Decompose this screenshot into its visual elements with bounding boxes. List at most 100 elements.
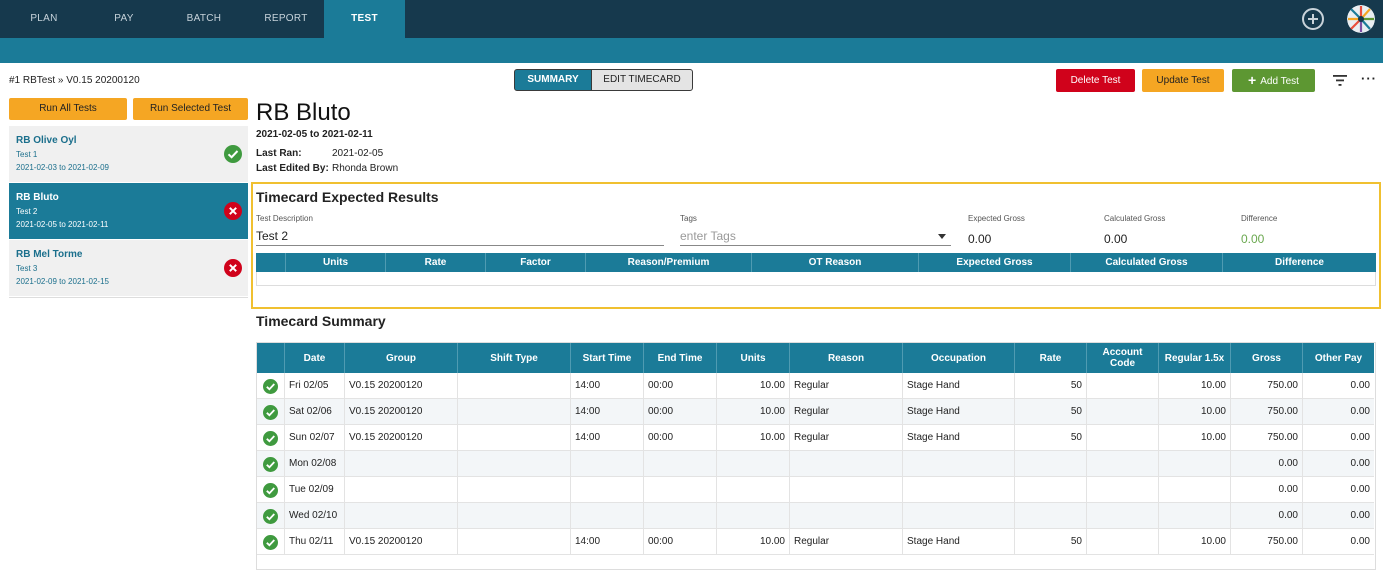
check-circle-icon: [263, 405, 278, 420]
table-row[interactable]: Thu 02/11 V0.15 20200120 14:00 00:00 10.00 Re…: [257, 529, 1374, 555]
cell-date: Thu 02/11: [284, 529, 344, 555]
filter-icon[interactable]: [1333, 75, 1347, 86]
tags-underline: [680, 245, 951, 246]
cell-occupation: [902, 451, 1014, 477]
table-row[interactable]: Sun 02/07 V0.15 20200120 14:00 00:00 10.00 Re…: [257, 425, 1374, 451]
test-item-mel-torme[interactable]: RB Mel Torme Test 3 2021-02-09 to 2021-0…: [9, 240, 248, 296]
cell-units: 10.00: [716, 425, 789, 451]
add-circle-icon[interactable]: [1302, 8, 1324, 30]
cell-other: 0.00: [1302, 529, 1374, 555]
table-row[interactable]: Wed 02/10 0.00 0.00: [257, 503, 1374, 529]
cell-end: 00:00: [643, 529, 716, 555]
col-other-pay: Other Pay: [1302, 343, 1374, 373]
tags-input[interactable]: enter Tags: [680, 229, 736, 243]
cell-end: [643, 503, 716, 529]
cell-end: [643, 451, 716, 477]
cell-date: Fri 02/05: [284, 373, 344, 399]
cell-rate: 50: [1014, 399, 1086, 425]
nav-tab-pay[interactable]: PAY: [88, 0, 160, 38]
check-circle-icon: [263, 483, 278, 498]
cell-units: 10.00: [716, 399, 789, 425]
cell-account: [1086, 477, 1158, 503]
cell-other: 0.00: [1302, 503, 1374, 529]
add-test-button[interactable]: + Add Test: [1232, 69, 1315, 92]
col-rate: Rate: [1014, 343, 1086, 373]
table-row[interactable]: Sat 02/06 V0.15 20200120 14:00 00:00 10.00 Re…: [257, 399, 1374, 425]
cell-other: 0.00: [1302, 373, 1374, 399]
delete-test-button[interactable]: Delete Test: [1056, 69, 1135, 92]
last-edited-value: Rhonda Brown: [332, 163, 399, 174]
cell-reg15: 10.00: [1158, 529, 1230, 555]
check-circle-icon: [263, 535, 278, 550]
cell-gross: 750.00: [1230, 529, 1302, 555]
cell-occupation: Stage Hand: [902, 373, 1014, 399]
run-all-tests-button[interactable]: Run All Tests: [9, 98, 127, 120]
check-circle-icon: [224, 145, 242, 163]
cell-reason: Regular: [789, 373, 902, 399]
plus-icon: +: [1248, 72, 1257, 88]
breadcrumb[interactable]: #1 RBTest » V0.15 20200120: [9, 75, 140, 86]
nav-tab-test[interactable]: TEST: [324, 0, 405, 38]
globe-logo-icon: [1347, 5, 1375, 33]
cell-shift: [457, 529, 570, 555]
test-item-bluto[interactable]: RB Bluto Test 2 2021-02-05 to 2021-02-11: [9, 183, 248, 239]
table-row[interactable]: Fri 02/05 V0.15 20200120 14:00 00:00 10.00 Re…: [257, 373, 1374, 399]
run-selected-test-button[interactable]: Run Selected Test: [133, 98, 248, 120]
cell-shift: [457, 503, 570, 529]
cell-shift: [457, 477, 570, 503]
cell-start: [570, 477, 643, 503]
cell-date: Sun 02/07: [284, 425, 344, 451]
cell-occupation: [902, 477, 1014, 503]
update-test-button[interactable]: Update Test: [1142, 69, 1224, 92]
col-reason: Reason: [789, 343, 902, 373]
cell-occupation: Stage Hand: [902, 425, 1014, 451]
cell-reason: [789, 451, 902, 477]
nav-tab-plan[interactable]: PLAN: [0, 0, 88, 38]
cell-reason: Regular: [789, 425, 902, 451]
col-end-time: End Time: [643, 343, 716, 373]
test-description-input[interactable]: Test 2: [256, 229, 288, 243]
col-gross: Gross: [1230, 343, 1302, 373]
cell-units: 10.00: [716, 373, 789, 399]
avatar[interactable]: [1347, 5, 1375, 33]
edit-timecard-toggle[interactable]: EDIT TIMECARD: [591, 69, 693, 91]
cell-account: [1086, 503, 1158, 529]
calculated-gross-label: Calculated Gross: [1104, 214, 1166, 223]
test-date-range: 2021-02-05 to 2021-02-11: [256, 129, 373, 140]
col-ot-reason: OT Reason: [751, 253, 918, 272]
nav-tab-batch[interactable]: BATCH: [160, 0, 248, 38]
test-dates: 2021-02-03 to 2021-02-09: [16, 163, 109, 172]
test-title: RB Bluto: [256, 99, 351, 126]
table-row[interactable]: Mon 02/08 0.00 0.00: [257, 451, 1374, 477]
timecard-summary-title: Timecard Summary: [256, 313, 386, 329]
test-item-olive-oyl[interactable]: RB Olive Oyl Test 1 2021-02-03 to 2021-0…: [9, 126, 248, 182]
cell-shift: [457, 451, 570, 477]
cell-start: 14:00: [570, 529, 643, 555]
chevron-down-icon[interactable]: [938, 234, 946, 239]
test-description-label: Test Description: [256, 214, 313, 223]
cell-gross: 0.00: [1230, 503, 1302, 529]
col-factor: Factor: [485, 253, 585, 272]
cell-end: 00:00: [643, 373, 716, 399]
summary-toggle[interactable]: SUMMARY: [514, 69, 592, 91]
cell-date: Sat 02/06: [284, 399, 344, 425]
cell-reg15: [1158, 451, 1230, 477]
test-name: RB Bluto: [16, 192, 59, 203]
cell-shift: [457, 373, 570, 399]
test-dates: 2021-02-09 to 2021-02-15: [16, 277, 109, 286]
expected-results-title: Timecard Expected Results: [256, 189, 439, 205]
cell-gross: 0.00: [1230, 477, 1302, 503]
expected-results-empty-row: [256, 272, 1376, 286]
cell-reason: [789, 477, 902, 503]
table-row[interactable]: Tue 02/09 0.00 0.00: [257, 477, 1374, 503]
more-options-icon[interactable]: ···: [1361, 72, 1377, 85]
nav-tab-report[interactable]: REPORT: [248, 0, 324, 38]
col-regular-1-5x: Regular 1.5x: [1158, 343, 1230, 373]
expected-gross-label: Expected Gross: [968, 214, 1025, 223]
cell-group: [344, 503, 457, 529]
cell-start: 14:00: [570, 425, 643, 451]
cell-reg15: [1158, 477, 1230, 503]
col-calculated-gross: Calculated Gross: [1070, 253, 1222, 272]
cell-reg15: 10.00: [1158, 399, 1230, 425]
col-shift-type: Shift Type: [457, 343, 570, 373]
